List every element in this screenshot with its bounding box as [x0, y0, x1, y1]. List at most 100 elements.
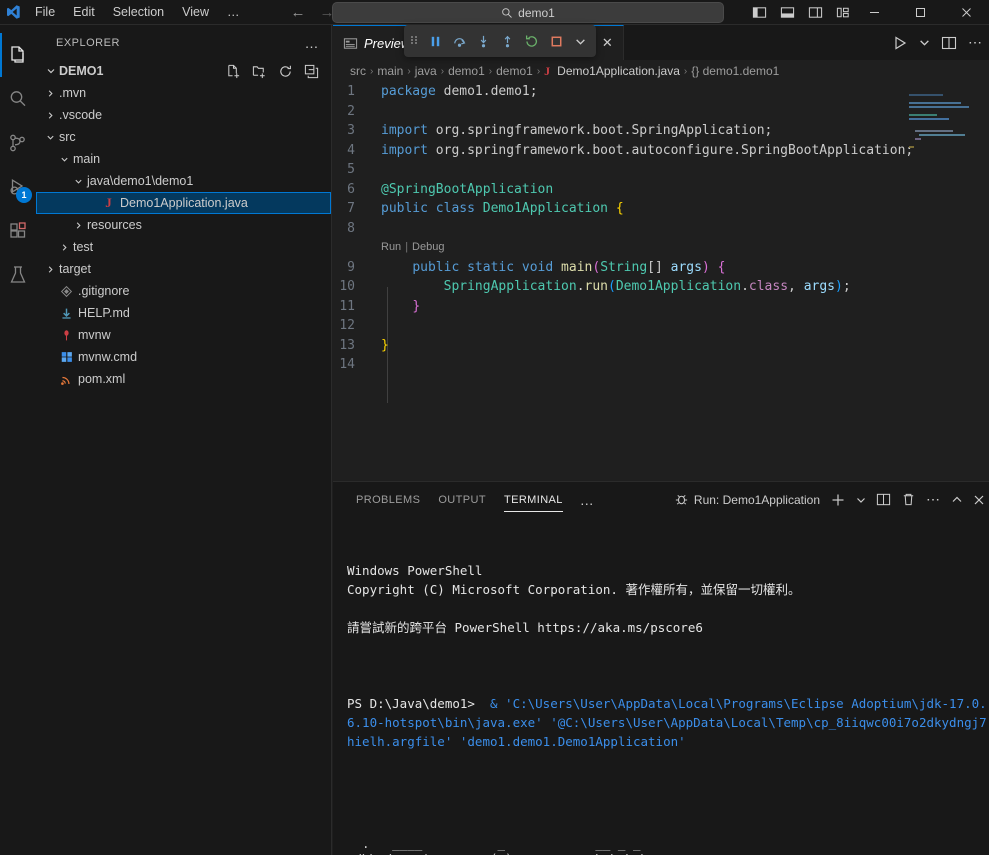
- code-text[interactable]: SpringApplication.run(Demo1Application.c…: [375, 277, 851, 297]
- debug-stop-button[interactable]: [547, 29, 566, 53]
- chevron-down-icon[interactable]: [919, 37, 930, 48]
- tree-item-label: .gitignore: [76, 284, 129, 298]
- close-window-button[interactable]: [943, 0, 989, 25]
- code-text[interactable]: import org.springframework.boot.SpringAp…: [375, 121, 772, 141]
- terminal-command-line: PS D:\Java\demo1> & 'C:\Users\User\AppDa…: [347, 694, 989, 751]
- tab-terminal[interactable]: TERMINAL: [495, 482, 572, 517]
- terminal-selector[interactable]: Run: Demo1Application: [674, 492, 820, 507]
- debug-toolbar[interactable]: [404, 25, 596, 57]
- new-file-icon[interactable]: [226, 64, 241, 79]
- debug-badge: 1: [16, 187, 32, 203]
- code-text[interactable]: }: [375, 297, 420, 317]
- split-editor-icon[interactable]: [941, 35, 957, 51]
- run-icon[interactable]: [892, 35, 908, 51]
- toggle-panel-icon[interactable]: [780, 5, 795, 20]
- codelens-debug-link[interactable]: Debug: [412, 238, 444, 258]
- code-text[interactable]: }: [375, 336, 389, 356]
- menu-more[interactable]: …: [218, 0, 249, 25]
- line-number: 9: [333, 258, 375, 278]
- breadcrumb: src›main›java›demo1›demo1›JDemo1Applicat…: [333, 60, 989, 82]
- chevron-up-icon[interactable]: [951, 494, 963, 506]
- explorer-more-icon[interactable]: …: [299, 35, 326, 51]
- tree-item[interactable]: test: [36, 236, 331, 258]
- customize-layout-icon[interactable]: [836, 5, 851, 20]
- activity-run-debug[interactable]: 1: [0, 165, 36, 209]
- code-text[interactable]: public static void main(String[] args) {: [375, 258, 725, 278]
- terminal-output[interactable]: Windows PowerShellCopyright (C) Microsof…: [333, 517, 989, 855]
- tree-item[interactable]: HELP.md: [36, 302, 331, 324]
- close-panel-icon[interactable]: [973, 494, 985, 506]
- breadcrumb-item[interactable]: demo1: [496, 64, 533, 78]
- code-line: 14: [333, 355, 989, 375]
- tab-close-icon[interactable]: ✕: [602, 35, 613, 51]
- breadcrumb-item[interactable]: java: [415, 64, 437, 78]
- debug-pause-button[interactable]: [425, 29, 444, 53]
- activity-source-control[interactable]: [0, 121, 36, 165]
- collapse-all-icon[interactable]: [304, 64, 319, 79]
- code-text[interactable]: public class Demo1Application {: [375, 199, 624, 219]
- activity-extensions[interactable]: [0, 209, 36, 253]
- workspace-root-row[interactable]: DEMO1: [36, 60, 331, 82]
- breadcrumb-item[interactable]: {} demo1.demo1: [691, 64, 779, 78]
- tree-item[interactable]: java\demo1\demo1: [36, 170, 331, 192]
- kill-terminal-icon[interactable]: [901, 492, 916, 507]
- breadcrumb-item[interactable]: main: [377, 64, 403, 78]
- tree-item[interactable]: pom.xml: [36, 368, 331, 390]
- tree-item-label: java\demo1\demo1: [85, 174, 193, 188]
- menu-view[interactable]: View: [173, 0, 218, 25]
- code-editor[interactable]: 1package demo1.demo1;23import org.spring…: [333, 82, 989, 480]
- debug-step-out-button[interactable]: [498, 29, 517, 53]
- menu-edit[interactable]: Edit: [64, 0, 104, 25]
- tree-item[interactable]: src: [36, 126, 331, 148]
- tree-item-selected[interactable]: JDemo1Application.java: [36, 192, 331, 214]
- spring-boot-banner: . ____ _ __ _ _ /\\ / ___'_ __ _ _(_)_ _…: [347, 837, 989, 855]
- new-terminal-icon[interactable]: [830, 492, 846, 508]
- debug-more-icon[interactable]: [571, 29, 590, 53]
- toggle-secondary-sidebar-icon[interactable]: [808, 5, 823, 20]
- breadcrumb-separator-icon: ›: [537, 66, 540, 77]
- new-folder-icon[interactable]: [252, 64, 267, 79]
- code-text[interactable]: @SpringBootApplication: [375, 180, 553, 200]
- debug-step-into-button[interactable]: [474, 29, 493, 53]
- activity-search[interactable]: [0, 77, 36, 121]
- code-line: 12: [333, 316, 989, 336]
- tab-output[interactable]: OUTPUT: [429, 482, 495, 517]
- code-text[interactable]: import org.springframework.boot.autoconf…: [375, 141, 913, 161]
- breadcrumb-item[interactable]: src: [350, 64, 366, 78]
- editor-scrollbar[interactable]: [975, 82, 989, 480]
- tree-item[interactable]: main: [36, 148, 331, 170]
- activity-explorer[interactable]: [0, 33, 36, 77]
- activity-testing[interactable]: [0, 253, 36, 297]
- tree-item[interactable]: target: [36, 258, 331, 280]
- menu-selection[interactable]: Selection: [104, 0, 173, 25]
- breadcrumb-item[interactable]: demo1: [448, 64, 485, 78]
- go-back-icon[interactable]: ←: [291, 5, 306, 20]
- drag-handle-icon[interactable]: [410, 32, 420, 51]
- tab-problems[interactable]: PROBLEMS: [347, 482, 429, 517]
- tree-item[interactable]: mvnw: [36, 324, 331, 346]
- debug-restart-button[interactable]: [522, 29, 541, 53]
- toggle-primary-sidebar-icon[interactable]: [752, 5, 767, 20]
- tree-item[interactable]: .vscode: [36, 104, 331, 126]
- tree-item[interactable]: resources: [36, 214, 331, 236]
- refresh-icon[interactable]: [278, 64, 293, 79]
- minimize-button[interactable]: [851, 0, 897, 25]
- menu-file[interactable]: File: [26, 0, 64, 25]
- tree-item[interactable]: .gitignore: [36, 280, 331, 302]
- code-text[interactable]: package demo1.demo1;: [375, 82, 538, 102]
- panel-more-actions-icon[interactable]: ⋯: [926, 491, 941, 508]
- tree-item[interactable]: .mvn: [36, 82, 331, 104]
- maximize-button[interactable]: [897, 0, 943, 25]
- tree-item[interactable]: mvnw.cmd: [36, 346, 331, 368]
- terminal-line: 請嘗試新的跨平台 PowerShell https://aka.ms/pscor…: [347, 618, 989, 637]
- editor-more-actions-icon[interactable]: ⋯: [968, 34, 983, 51]
- debug-step-over-button[interactable]: [450, 29, 469, 53]
- breadcrumb-separator-icon: ›: [407, 66, 410, 77]
- codelens-run-link[interactable]: Run: [381, 238, 401, 258]
- panel-more-icon[interactable]: …: [572, 492, 602, 508]
- breadcrumb-item[interactable]: Demo1Application.java: [557, 64, 680, 78]
- breadcrumb-separator-icon: ›: [370, 66, 373, 77]
- chevron-down-icon[interactable]: [856, 495, 866, 505]
- split-terminal-icon[interactable]: [876, 492, 891, 507]
- command-center-search[interactable]: demo1: [332, 2, 724, 23]
